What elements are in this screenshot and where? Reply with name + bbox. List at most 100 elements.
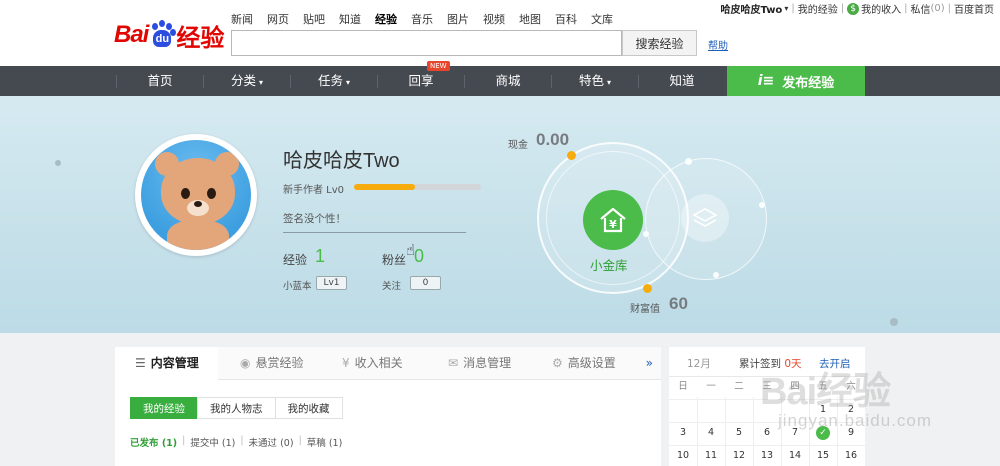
calendar-day[interactable]: 4	[697, 423, 725, 443]
main-nav-huixiang[interactable]: 回享	[378, 66, 464, 96]
main-nav-home[interactable]: 首页	[117, 66, 203, 96]
search-button[interactable]: 搜索经验	[622, 30, 697, 56]
search-input[interactable]	[231, 30, 622, 56]
calendar-col-divider	[697, 397, 698, 466]
calendar-day[interactable]: 10	[669, 446, 697, 466]
calendar-day[interactable]: 5	[725, 423, 753, 443]
calendar-day[interactable]: 15	[809, 446, 837, 466]
wealth-value: 60	[669, 294, 688, 313]
filter-published[interactable]: 已发布 (1)	[130, 435, 177, 449]
my-experience-link[interactable]: 我的经验	[798, 1, 838, 16]
calendar-day[interactable]: 14	[781, 446, 809, 466]
list-icon: ☰	[135, 356, 146, 370]
mail-icon: ✉	[448, 356, 459, 370]
pen-icon: i≡	[757, 73, 775, 89]
layers-icon[interactable]	[681, 194, 729, 242]
tab-bounty[interactable]: ◉ 悬赏经验	[218, 347, 322, 380]
paw-icon: du	[149, 20, 177, 48]
calendar-day[interactable]: 12	[725, 446, 753, 466]
decor-dot	[713, 272, 719, 278]
my-income-link[interactable]: 我的收入	[861, 1, 901, 16]
baidu-watermark: Bai经验	[760, 371, 891, 413]
experience-count[interactable]: 1	[315, 246, 325, 267]
panel-tabs: ☰ 内容管理 ◉ 悬赏经验 ¥ 收入相关 ✉ 消息管理 ⚙ 高级设置 »	[115, 347, 661, 381]
main-nav-category[interactable]: 分类 ▾	[204, 66, 290, 96]
username-menu[interactable]: 哈皮哈皮Two	[720, 1, 782, 16]
decor-dot	[643, 231, 649, 237]
top-nav-video[interactable]: 视频	[483, 11, 505, 27]
top-nav-baike[interactable]: 百科	[555, 11, 577, 27]
decor-dot	[759, 202, 765, 208]
subtab-my-profiles[interactable]: 我的人物志	[197, 397, 276, 419]
filter-rejected[interactable]: 未通过 (0)	[249, 435, 294, 449]
top-nav-wenku[interactable]: 文库	[591, 11, 613, 27]
logo-jingyan-text: 经验	[176, 24, 225, 52]
signature-field[interactable]: 签名没个性！	[283, 211, 466, 233]
publish-experience-button[interactable]: i≡ 发布经验	[727, 66, 865, 96]
help-link[interactable]: 帮助	[708, 37, 728, 52]
calendar-day[interactable]: 11	[697, 446, 725, 466]
blue-book-level[interactable]: Lv1	[316, 276, 347, 290]
top-nav-web[interactable]: 网页	[267, 11, 289, 27]
calendar-month: 12月	[687, 358, 711, 370]
income-coin-icon: $	[847, 2, 860, 15]
top-nav-map[interactable]: 地图	[519, 11, 541, 27]
top-nav-tieba[interactable]: 贴吧	[303, 11, 325, 27]
calendar-col-divider	[753, 397, 754, 466]
calendar-day[interactable]: 6	[753, 423, 781, 443]
vault-button[interactable]: ¥	[583, 190, 643, 250]
avatar[interactable]	[135, 134, 257, 256]
messages-count: (0)	[930, 3, 945, 14]
calendar-day[interactable]: 3	[669, 423, 697, 443]
wealth-indicator-dot	[643, 284, 652, 293]
coin-icon: ◉	[240, 356, 251, 370]
filter-drafts[interactable]: 草稿 (1)	[307, 435, 343, 449]
wealth-label: 财富值	[630, 304, 660, 315]
top-nav-jingyan[interactable]: 经验	[375, 11, 397, 27]
main-nav: 首页 分类 ▾ 任务 ▾ 回享 NEW 商城 特色 ▾ 知道 i≡ 发布经验	[0, 61, 1000, 96]
level-progress-fill	[354, 184, 415, 190]
author-level: 新手作者 Lv0	[283, 185, 345, 196]
status-filter: 已发布 (1) | 提交中 (1) | 未通过 (0) | 草稿 (1)	[130, 435, 343, 449]
new-badge: NEW	[427, 61, 450, 71]
calendar-day[interactable]: 16	[837, 446, 865, 466]
chevron-down-icon: ▾	[346, 78, 351, 87]
top-nav: 新闻 网页 贴吧 知道 经验 音乐 图片 视频 地图 百科 文库	[231, 11, 627, 27]
tab-messages[interactable]: ✉ 消息管理	[426, 347, 530, 380]
cash-label: 现金	[508, 140, 528, 151]
filter-submitting[interactable]: 提交中 (1)	[190, 435, 235, 449]
calendar-day[interactable]: 13	[753, 446, 781, 466]
house-yen-icon: ¥	[600, 207, 626, 233]
messages-link[interactable]: 私信	[910, 1, 930, 16]
profile-banner: 哈皮哈皮Two 新手作者 Lv0 签名没个性！ 经验 1 粉丝 0 小蓝本 Lv…	[0, 96, 1000, 333]
svg-text:¥: ¥	[609, 218, 617, 231]
level-progress-bar	[354, 184, 481, 190]
subtabs: 我的经验 我的人物志 我的收藏	[130, 397, 343, 419]
top-nav-zhidao[interactable]: 知道	[339, 11, 361, 27]
main-nav-mall[interactable]: 商城	[465, 66, 551, 96]
calendar-weekday: 一	[706, 381, 716, 392]
fans-count[interactable]: 0	[414, 246, 424, 267]
experience-count-label: 经验	[283, 253, 308, 267]
vault-label[interactable]: 小金库	[590, 255, 628, 274]
main-nav-featured[interactable]: 特色 ▾	[552, 66, 638, 96]
main-nav-zhidao[interactable]: 知道	[639, 66, 725, 96]
tab-advanced-settings[interactable]: ⚙ 高级设置	[530, 347, 634, 380]
baidu-jingyan-logo[interactable]: Bai du 经验	[114, 18, 224, 52]
top-nav-news[interactable]: 新闻	[231, 11, 253, 27]
tab-income[interactable]: ¥ 收入相关	[322, 347, 426, 380]
cash-indicator-dot	[567, 151, 576, 160]
tabs-more-button[interactable]: »	[646, 356, 653, 370]
subtab-my-experience[interactable]: 我的经验	[130, 397, 198, 419]
baidu-home-link[interactable]: 百度首页	[954, 1, 994, 16]
main-nav-tasks[interactable]: 任务 ▾	[291, 66, 377, 96]
subtab-my-favorites[interactable]: 我的收藏	[274, 397, 343, 419]
follow-count[interactable]: 0	[410, 276, 441, 290]
top-nav-images[interactable]: 图片	[447, 11, 469, 27]
chevron-down-icon[interactable]: ▾	[784, 4, 788, 13]
chevron-down-icon: ▾	[259, 78, 264, 87]
calendar-col-divider	[725, 397, 726, 466]
top-nav-music[interactable]: 音乐	[411, 11, 433, 27]
content-management-panel: ☰ 内容管理 ◉ 悬赏经验 ¥ 收入相关 ✉ 消息管理 ⚙ 高级设置 » 我的经验 我的人…	[115, 347, 661, 466]
tab-content-management[interactable]: ☰ 内容管理	[115, 347, 218, 381]
